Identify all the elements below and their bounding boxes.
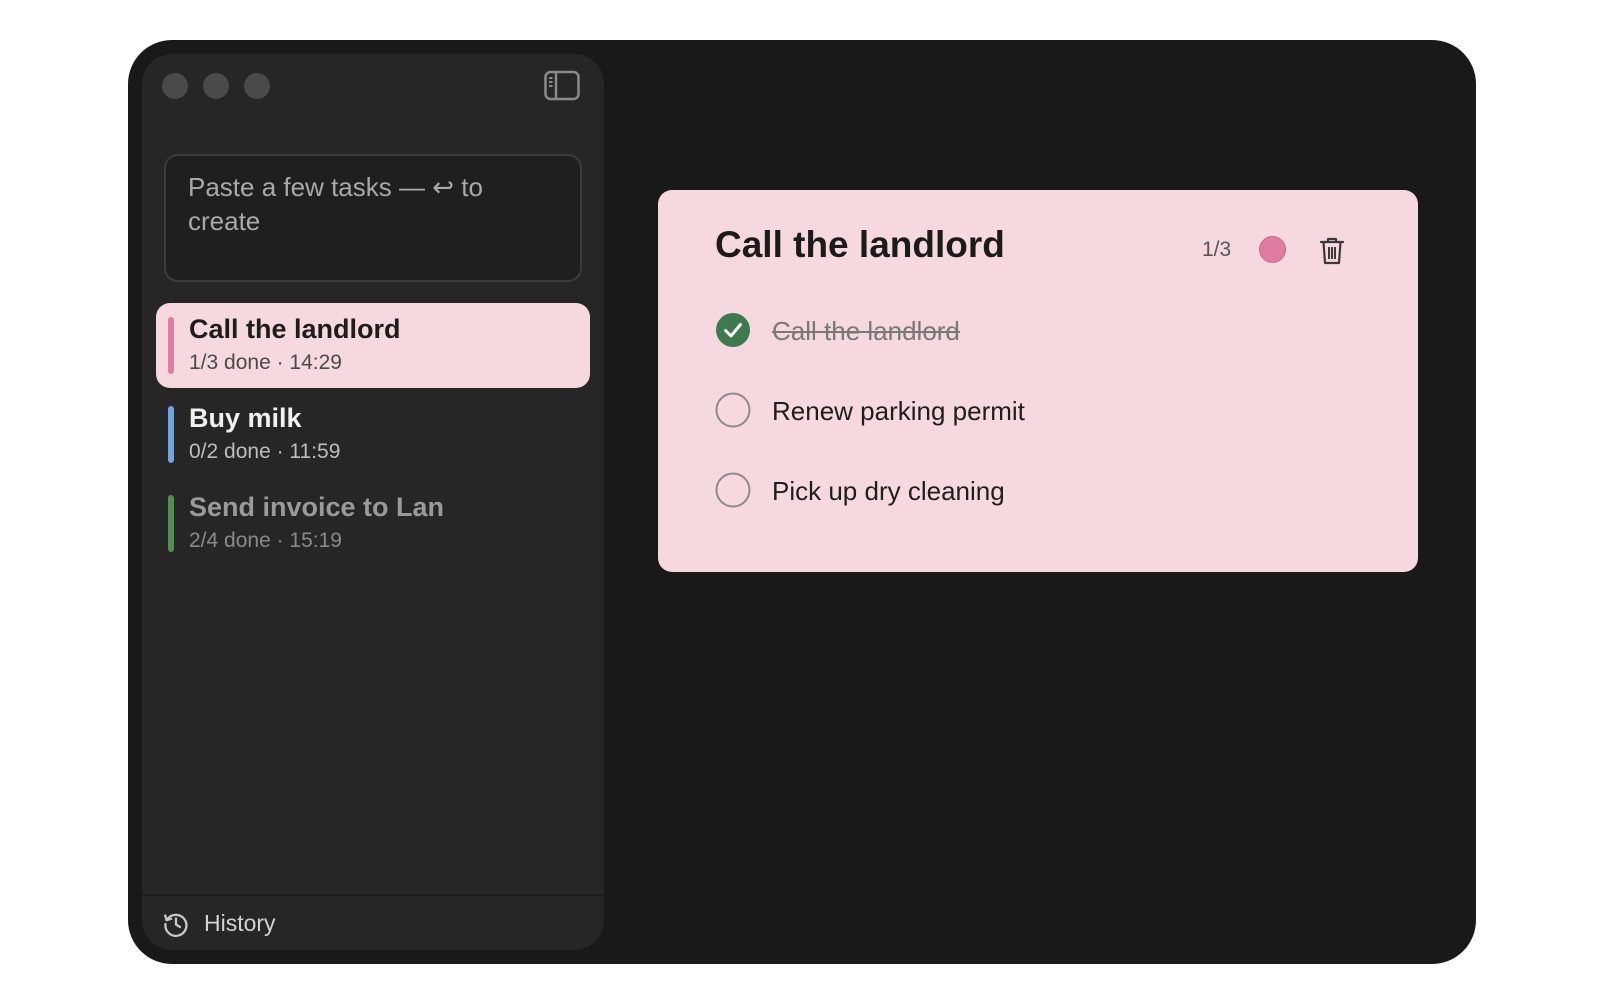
checked-circle-icon[interactable]: [715, 312, 751, 348]
subtask-label: Call the landlord: [772, 316, 960, 346]
task-list-item[interactable]: Buy milk 0/2 done · 11:59: [156, 392, 590, 477]
task-title: Call the landlord: [189, 314, 401, 344]
task-composer-input[interactable]: Paste a few tasks — ↩ to create: [164, 154, 582, 282]
task-composer-placeholder: Paste a few tasks — ↩ to create: [188, 172, 483, 236]
detail-progress: 1/3: [1202, 238, 1232, 261]
task-meta: 2/4 done · 15:19: [189, 529, 342, 552]
detail-title: Call the landlord: [715, 224, 1005, 265]
task-meta: 0/2 done · 11:59: [189, 440, 341, 463]
subtask-row: Pick up dry cleaning: [715, 470, 1375, 510]
close-window-button[interactable]: [162, 73, 188, 99]
trash-icon[interactable]: [1319, 236, 1345, 266]
app-window: Paste a few tasks — ↩ to create Call the…: [128, 40, 1476, 964]
subtask-row: Call the landlord: [715, 310, 1375, 350]
sidebar: Paste a few tasks — ↩ to create Call the…: [142, 54, 604, 950]
unchecked-circle-icon[interactable]: [715, 472, 751, 508]
sidebar-toggle-icon[interactable]: [544, 70, 580, 102]
task-list-item[interactable]: Send invoice to Lan 2/4 done · 15:19: [156, 481, 590, 566]
subtask-label: Pick up dry cleaning: [772, 476, 1005, 506]
subtask-label: Renew parking permit: [772, 396, 1025, 426]
history-button[interactable]: History: [142, 894, 604, 950]
history-label: History: [204, 910, 276, 936]
task-color-bar: [168, 406, 174, 463]
task-detail-card: Call the landlord 1/3 Call the landlord: [658, 190, 1418, 572]
minimize-window-button[interactable]: [203, 73, 229, 99]
task-color-bar: [168, 317, 174, 374]
task-color-bar: [168, 495, 174, 552]
subtask-row: Renew parking permit: [715, 390, 1375, 430]
history-icon: [162, 910, 190, 938]
task-list-item[interactable]: Call the landlord 1/3 done · 14:29: [156, 303, 590, 388]
unchecked-circle-icon[interactable]: [715, 392, 751, 428]
task-list: Call the landlord 1/3 done · 14:29 Buy m…: [156, 303, 590, 570]
zoom-window-button[interactable]: [244, 73, 270, 99]
task-title: Send invoice to Lan: [189, 492, 445, 522]
task-title: Buy milk: [189, 403, 302, 433]
task-color-picker[interactable]: [1259, 236, 1286, 263]
task-meta: 1/3 done · 14:29: [189, 351, 342, 374]
